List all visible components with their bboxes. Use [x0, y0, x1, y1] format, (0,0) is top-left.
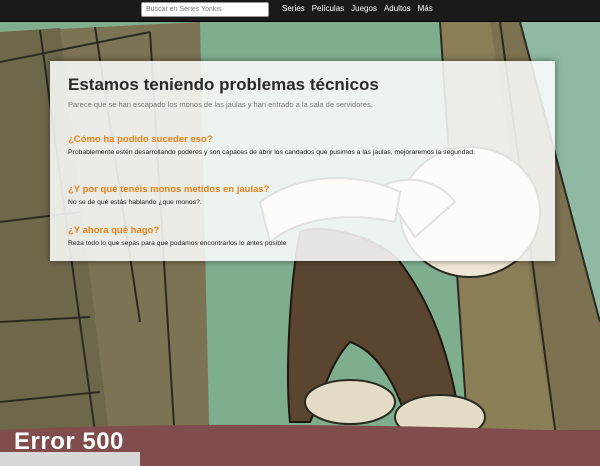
nav-item-series[interactable]: Series	[282, 4, 305, 13]
nav-item-adultos[interactable]: Adultos	[384, 4, 411, 13]
nav-item-peliculas[interactable]: Películas	[312, 4, 344, 13]
faq-item: ¿Cómo ha podido suceder eso? Probablemen…	[68, 134, 537, 158]
top-navigation-bar: Series Películas Juegos Adultos Más	[0, 0, 600, 22]
panel-subtitle: Parece que se han escapado los monos de …	[68, 100, 373, 109]
nav-item-mas[interactable]: Más	[418, 4, 433, 13]
nav-item-juegos[interactable]: Juegos	[351, 4, 377, 13]
faq-question: ¿Cómo ha podido suceder eso?	[68, 134, 213, 145]
footer-strip	[0, 452, 140, 466]
faq-question: ¿Y ahora qué hago?	[68, 225, 160, 236]
faq-item: ¿Y ahora qué hago? Reza todo lo que sepa…	[68, 225, 537, 249]
faq-answer: Probablemente estén desarrollando podere…	[68, 149, 475, 156]
faq-answer: Reza todo lo que sepas para que podamos …	[68, 240, 287, 247]
faq-question: ¿Y por qué tenéis monos metidos en jaula…	[68, 184, 270, 195]
search-input[interactable]	[141, 2, 269, 17]
faq-item: ¿Y por qué tenéis monos metidos en jaula…	[68, 184, 537, 208]
panel-title: Estamos teniendo problemas técnicos	[68, 75, 379, 94]
faq-answer: No se de qué estás hablando ¿que monos?.	[68, 199, 202, 206]
error-message-panel: Estamos teniendo problemas técnicos Pare…	[50, 61, 555, 261]
main-nav: Series Películas Juegos Adultos Más	[282, 4, 433, 13]
